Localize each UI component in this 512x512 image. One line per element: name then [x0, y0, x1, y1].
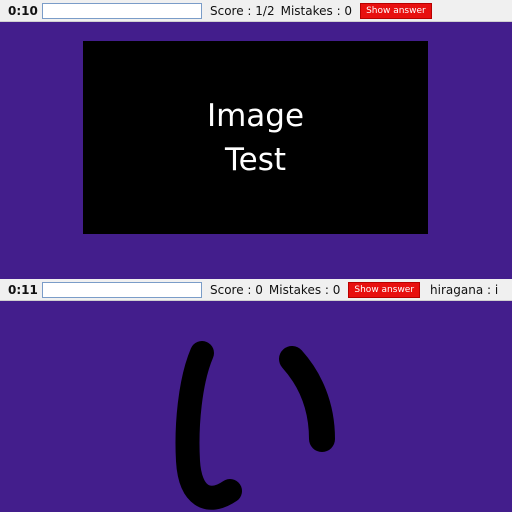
- hiragana-i-glyph: [175, 341, 335, 510]
- quiz-toolbar: 0:10 Score : 1/2 Mistakes : 0 Show answe…: [0, 0, 512, 22]
- answer-input[interactable]: [42, 2, 202, 19]
- glyph-stroke-left: [175, 341, 242, 510]
- answer-input[interactable]: [42, 281, 202, 298]
- quiz-toolbar: 0:11 Score : 0 Mistakes : 0 Show answer …: [0, 279, 512, 301]
- quiz-screen-bottom: 0:11 Score : 0 Mistakes : 0 Show answer …: [0, 279, 512, 512]
- show-answer-button[interactable]: Show answer: [348, 281, 421, 298]
- image-card-line-2: Test: [224, 141, 287, 178]
- show-answer-button[interactable]: Show answer: [360, 2, 432, 19]
- quiz-stage: [0, 301, 512, 512]
- image-card-line-1: Image: [206, 97, 305, 134]
- timer: 0:10: [8, 3, 38, 18]
- quiz-stage: Image Test: [0, 22, 512, 279]
- quiz-screen-top: 0:10 Score : 1/2 Mistakes : 0 Show answe…: [0, 0, 512, 279]
- score-text: Score : 1/2: [210, 3, 275, 18]
- mistakes-text: Mistakes : 0: [280, 3, 353, 18]
- image-card: Image Test: [83, 41, 428, 234]
- score-text: Score : 0: [210, 282, 263, 297]
- hiragana-label: hiragana : i: [430, 282, 499, 297]
- timer: 0:11: [8, 282, 38, 297]
- mistakes-text: Mistakes : 0: [268, 282, 341, 297]
- glyph-stroke-right: [279, 346, 335, 452]
